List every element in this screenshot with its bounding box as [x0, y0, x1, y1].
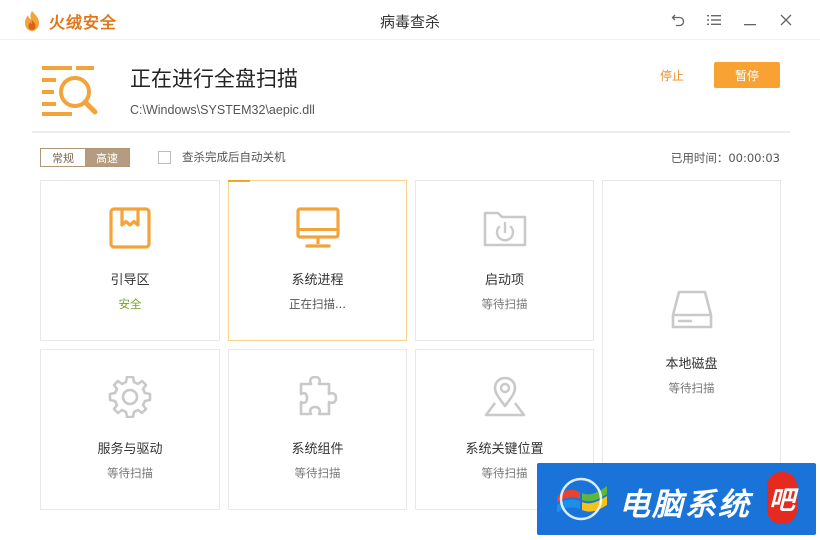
scan-item-local-disk: 本地磁盘 等待扫描 — [602, 180, 781, 510]
card-name: 本地磁盘 — [665, 357, 718, 372]
card-status: 等待扫描 — [294, 466, 341, 480]
undo-button[interactable] — [660, 10, 696, 30]
menu-icon — [707, 15, 721, 25]
windows-flag-logo-icon — [555, 477, 609, 527]
mode-fast-option[interactable]: 高速 — [85, 149, 129, 166]
active-accent — [228, 180, 250, 182]
startup-folder-icon — [483, 211, 526, 247]
scan-title: 正在进行全盘扫描 — [130, 67, 298, 91]
menu-button[interactable] — [696, 10, 732, 30]
scan-item-boot-sector: 引导区 安全 — [40, 180, 220, 341]
scan-item-system-process: 系统进程 正在扫描... — [228, 180, 407, 341]
current-file-path: C:\Windows\SYSTEM32\aepic.dll — [130, 103, 315, 117]
close-icon — [780, 14, 792, 26]
gear-icon — [108, 376, 152, 418]
mode-normal-option[interactable]: 常规 — [41, 149, 85, 166]
pause-button[interactable]: 暂停 — [714, 62, 780, 88]
header-divider — [32, 131, 790, 133]
puzzle-icon — [299, 376, 337, 416]
watermark-text: 电脑系统 — [619, 487, 751, 523]
auto-shutdown-option[interactable]: 查杀完成后自动关机 — [158, 149, 286, 165]
minimize-button[interactable] — [732, 10, 768, 30]
card-name: 系统进程 — [291, 273, 344, 288]
card-status: 正在扫描... — [289, 297, 346, 311]
card-name: 系统关键位置 — [465, 442, 544, 457]
card-status: 等待扫描 — [107, 466, 153, 480]
watermark-badge: 吧 — [767, 472, 797, 524]
card-name: 启动项 — [484, 273, 524, 288]
undo-icon — [671, 14, 685, 27]
card-name: 服务与驱动 — [97, 442, 163, 457]
card-name: 系统组件 — [291, 442, 344, 457]
scan-item-startup: 启动项 等待扫描 — [415, 180, 594, 341]
card-name: 引导区 — [110, 273, 150, 288]
auto-shutdown-checkbox[interactable] — [158, 150, 171, 164]
auto-shutdown-label: 查杀完成后自动关机 — [182, 150, 286, 164]
elapsed-time: 已用时间：00:00:03 — [670, 151, 780, 165]
title-bar: 火绒安全 病毒查杀 — [0, 0, 820, 40]
boot-sector-icon — [109, 207, 151, 249]
card-status: 等待扫描 — [481, 297, 528, 311]
scan-magnifier-icon — [42, 66, 98, 116]
minimize-icon — [744, 24, 756, 26]
location-pin-icon — [484, 376, 525, 417]
card-status: 等待扫描 — [668, 381, 715, 395]
scan-mode-toggle: 常规 高速 — [40, 148, 130, 167]
window-controls — [660, 10, 804, 30]
scan-item-services-drivers: 服务与驱动 等待扫描 — [40, 349, 220, 510]
hard-disk-icon — [671, 290, 712, 329]
monitor-icon — [295, 207, 340, 248]
stop-button[interactable]: 停止 — [660, 67, 684, 84]
close-button[interactable] — [768, 10, 804, 30]
watermark-banner: 电脑系统 吧 — [537, 463, 816, 535]
scan-item-system-components: 系统组件 等待扫描 — [228, 349, 407, 510]
card-status: 安全 — [118, 297, 142, 311]
